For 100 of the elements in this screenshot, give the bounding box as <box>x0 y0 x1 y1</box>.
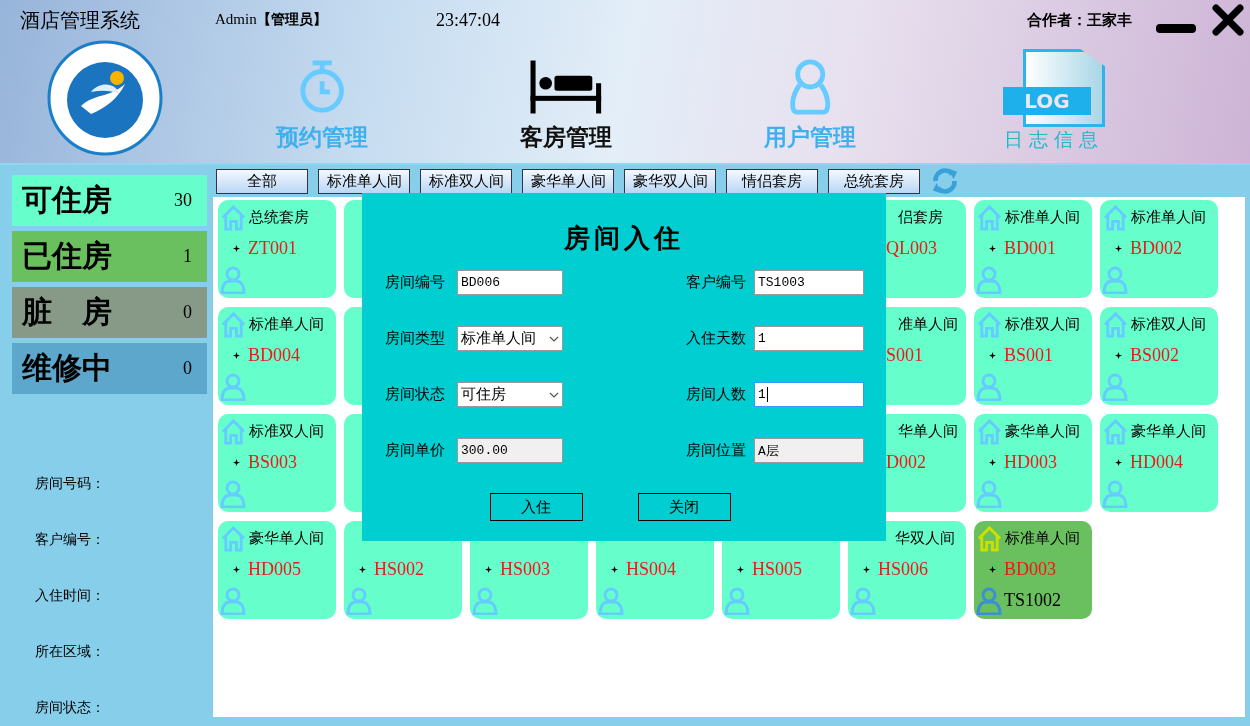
room-card[interactable]: 华双人间 HS006 <box>848 521 966 619</box>
dialog-button[interactable]: 入住 <box>489 493 583 521</box>
close-icon[interactable] <box>1212 4 1244 36</box>
room-type-label: 豪华单人间 <box>249 529 324 548</box>
house-icon <box>1102 418 1129 445</box>
bullet-icon <box>989 566 996 573</box>
house-icon <box>976 311 1003 338</box>
room-card[interactable]: 标准单人间 BD004 <box>218 307 336 405</box>
room-number: D002 <box>886 452 926 473</box>
bullet-icon <box>737 566 744 573</box>
room-type-label: 标准双人间 <box>249 422 324 441</box>
room-card[interactable]: 总统套房 ZT001 <box>218 200 336 298</box>
bullet-icon <box>989 459 996 466</box>
dropdown[interactable]: 标准单人间 <box>457 326 563 351</box>
guest-id: TS1002 <box>1004 590 1061 611</box>
room-number: HS004 <box>626 559 676 580</box>
house-icon <box>976 525 1003 552</box>
person-icon <box>346 586 372 615</box>
house-icon <box>220 311 247 338</box>
field-label: 房间人数 <box>686 385 747 404</box>
user-label: Admin【管理员】 <box>215 11 328 29</box>
college-logo-icon <box>47 40 163 156</box>
bullet-icon <box>989 245 996 252</box>
room-type-filter-button[interactable]: 豪华单人间 <box>522 168 614 194</box>
status-count: 1 <box>183 246 192 267</box>
room-type-filter-button[interactable]: 情侣套房 <box>726 168 818 194</box>
nav-tab[interactable]: 客房管理 <box>444 40 688 163</box>
room-card[interactable]: 标准双人间 BS002 <box>1100 307 1218 405</box>
bullet-icon <box>233 245 240 252</box>
room-number: HD003 <box>1004 452 1057 473</box>
room-card[interactable]: 豪华单人间 HD005 <box>218 521 336 619</box>
room-type-label: 豪华单人间 <box>1131 422 1206 441</box>
field-label: 房间编号 <box>385 273 446 292</box>
field-label: 客户编号 <box>686 273 747 292</box>
person-icon <box>724 586 750 615</box>
room-type-label: 标准双人间 <box>1005 315 1080 334</box>
dropdown[interactable]: 可住房 <box>457 382 563 407</box>
room-type-label: 标准单人间 <box>1131 208 1206 227</box>
field-label: 房间状态 <box>385 385 446 404</box>
field-label: 房间单价 <box>385 441 446 460</box>
input-field[interactable]: TS1003 <box>754 270 864 295</box>
input-field[interactable]: 300.00 <box>457 438 563 463</box>
room-type-label: 标准单人间 <box>1005 208 1080 227</box>
house-icon <box>976 204 1003 231</box>
room-number: HS003 <box>500 559 550 580</box>
bullet-icon <box>359 566 366 573</box>
room-type-filter-button[interactable]: 全部 <box>216 168 308 194</box>
house-icon <box>220 204 247 231</box>
status-count: 30 <box>174 190 192 211</box>
status-count: 0 <box>183 302 192 323</box>
field-label: 房间类型 <box>385 329 446 348</box>
house-icon <box>1102 204 1129 231</box>
room-type-label: 标准单人间 <box>249 315 324 334</box>
room-number: HD004 <box>1130 452 1183 473</box>
input-field[interactable]: 1 <box>754 382 864 407</box>
room-card[interactable]: 标准单人间 BD003 TS1002 <box>974 521 1092 619</box>
room-type-label: 标准单人间 <box>1005 529 1080 548</box>
input-field[interactable]: BD006 <box>457 270 563 295</box>
stopwatch-icon <box>297 58 347 116</box>
room-number: BD004 <box>248 345 300 366</box>
room-card[interactable]: 标准双人间 BS003 <box>218 414 336 512</box>
input-field[interactable]: A层 <box>754 438 864 463</box>
room-type-filter-button[interactable]: 标准单人间 <box>318 168 410 194</box>
field-label: 房间位置 <box>686 441 747 460</box>
status-count: 0 <box>183 358 192 379</box>
bullet-icon <box>989 352 996 359</box>
room-number: HS005 <box>752 559 802 580</box>
room-card[interactable]: 豪华单人间 HD004 <box>1100 414 1218 512</box>
status-label: 脏 房 <box>22 294 112 330</box>
person-icon <box>976 479 1002 508</box>
room-type-filter-button[interactable]: 标准双人间 <box>420 168 512 194</box>
room-type-label: 华双人间 <box>895 529 955 548</box>
room-type-filter-button[interactable]: 豪华双人间 <box>624 168 716 194</box>
input-field[interactable]: 1 <box>754 326 864 351</box>
room-number: HD005 <box>248 559 301 580</box>
person-icon <box>598 586 624 615</box>
room-type-label: 标准双人间 <box>1131 315 1206 334</box>
room-number: S001 <box>886 345 923 366</box>
room-card[interactable]: 豪华单人间 HD003 <box>974 414 1092 512</box>
dialog-title: 房间入住 <box>564 224 684 253</box>
room-card[interactable]: 标准单人间 BD002 <box>1100 200 1218 298</box>
room-number: HS006 <box>878 559 928 580</box>
bullet-icon <box>233 566 240 573</box>
bullet-icon <box>485 566 492 573</box>
room-type-label: 侣套房 <box>898 208 943 227</box>
dialog-button[interactable]: 关闭 <box>637 493 731 521</box>
room-type-filter-button[interactable]: 总统套房 <box>828 168 920 194</box>
room-number: ZT001 <box>248 238 297 259</box>
detail-label: 房间号码： <box>35 474 106 493</box>
room-number: BD003 <box>1004 559 1056 580</box>
minimize-button[interactable] <box>1156 23 1196 33</box>
person-icon <box>220 479 246 508</box>
person-icon <box>1102 372 1128 401</box>
detail-label: 入住时间： <box>35 586 106 605</box>
room-card[interactable]: 标准双人间 BS001 <box>974 307 1092 405</box>
person-icon <box>220 372 246 401</box>
room-type-label: 总统套房 <box>249 208 309 227</box>
person-icon <box>220 265 246 294</box>
room-card[interactable]: 标准单人间 BD001 <box>974 200 1092 298</box>
room-number: BS001 <box>1004 345 1054 366</box>
